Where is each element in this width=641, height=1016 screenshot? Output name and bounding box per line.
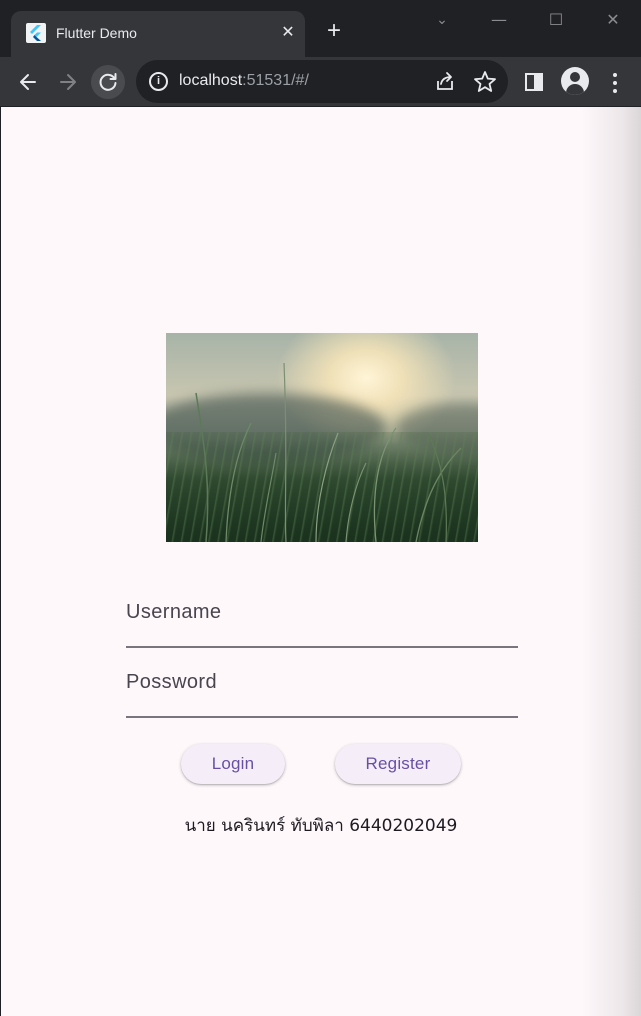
more-vertical-icon[interactable] <box>604 70 626 96</box>
page-viewport: Username Possword Login Register นาย นคร… <box>1 107 641 1016</box>
student-name-text: นาย นครินทร์ ทับพิลา 6440202049 <box>184 816 458 836</box>
register-button[interactable]: Register <box>335 744 461 784</box>
side-panel-icon[interactable] <box>521 69 547 95</box>
password-field[interactable]: Possword <box>126 670 518 718</box>
tab-strip: Flutter Demo ✕ + ⌄ — ☐ ✕ <box>0 0 641 57</box>
star-icon[interactable] <box>472 69 498 95</box>
tab-flutter-demo[interactable]: Flutter Demo ✕ <box>11 11 305 57</box>
forward-button[interactable] <box>51 65 85 99</box>
share-icon[interactable] <box>432 69 458 95</box>
url-host: localhost <box>179 72 243 89</box>
username-field[interactable]: Username <box>126 600 518 648</box>
username-input[interactable] <box>126 600 518 646</box>
tab-search-icon[interactable]: ⌄ <box>428 6 456 34</box>
back-button[interactable] <box>11 65 45 99</box>
login-button[interactable]: Login <box>181 744 285 784</box>
tab-close-icon[interactable]: ✕ <box>277 21 299 43</box>
minimize-icon[interactable]: — <box>485 6 513 34</box>
window-close-icon[interactable]: ✕ <box>599 6 627 34</box>
grass-blades <box>195 362 462 542</box>
address-bar[interactable]: i localhost:51531/#/ <box>136 60 508 103</box>
arrow-right-icon <box>60 74 76 90</box>
maximize-icon[interactable]: ☐ <box>542 6 570 34</box>
reload-button[interactable] <box>91 65 125 99</box>
info-icon[interactable]: i <box>149 72 168 91</box>
url-path: :51531/#/ <box>242 72 309 89</box>
tab-title: Flutter Demo <box>56 25 137 41</box>
url-text[interactable]: localhost:51531/#/ <box>179 71 309 91</box>
reload-icon <box>99 73 117 91</box>
hero-image <box>166 333 478 542</box>
new-tab-button[interactable]: + <box>320 18 348 46</box>
password-input[interactable] <box>126 670 518 716</box>
flutter-logo-icon <box>26 23 46 43</box>
profile-icon[interactable] <box>561 67 589 95</box>
browser-toolbar: i localhost:51531/#/ <box>0 57 641 106</box>
arrow-left-icon <box>20 74 36 90</box>
